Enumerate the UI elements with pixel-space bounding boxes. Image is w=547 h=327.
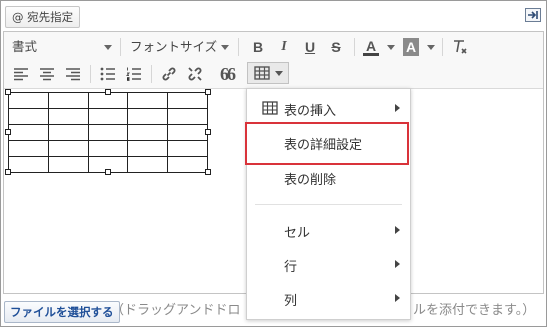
- menu-item-row[interactable]: 行: [247, 249, 410, 279]
- table-cell[interactable]: [8, 140, 49, 157]
- table-cell[interactable]: [127, 140, 169, 157]
- align-left-button[interactable]: [12, 66, 30, 82]
- highlight-box: [245, 122, 409, 165]
- table-cell[interactable]: [8, 124, 49, 141]
- resize-handle[interactable]: [5, 89, 11, 95]
- table-row: [8, 124, 208, 141]
- submenu-arrow-icon: [395, 104, 400, 112]
- bold-button[interactable]: B: [250, 38, 266, 56]
- text-color-dropdown-icon[interactable]: [387, 45, 395, 50]
- table-cell[interactable]: [8, 108, 49, 125]
- background-color-dropdown-icon[interactable]: [427, 45, 435, 50]
- underline-button[interactable]: U: [302, 38, 318, 56]
- remove-link-button[interactable]: [186, 66, 204, 82]
- insert-link-button[interactable]: [160, 66, 178, 82]
- separator: [238, 38, 239, 56]
- resize-handle[interactable]: [205, 169, 211, 175]
- numbered-list-button[interactable]: [125, 66, 143, 82]
- font-size-combo-label[interactable]: フォントサイズ: [130, 38, 217, 56]
- table-row: [8, 108, 208, 125]
- table-cell[interactable]: [167, 140, 208, 157]
- address-button[interactable]: @ 宛先指定: [5, 6, 81, 28]
- editor-toolbar: 書式 フォントサイズ B I U S A A 66: [4, 32, 543, 89]
- menu-item-label: 表の挿入: [284, 104, 337, 119]
- clear-format-button[interactable]: [451, 38, 469, 56]
- menu-item-cell[interactable]: セル: [247, 215, 410, 245]
- table-cell[interactable]: [127, 92, 169, 109]
- italic-button[interactable]: I: [276, 38, 292, 56]
- align-center-button[interactable]: [38, 66, 56, 82]
- table-cell[interactable]: [127, 156, 169, 173]
- menu-item-insert-table[interactable]: 表の挿入: [247, 93, 410, 123]
- table-icon: [253, 66, 270, 80]
- menu-item-label: 表の削除: [284, 173, 337, 188]
- resize-handle[interactable]: [105, 89, 111, 95]
- resize-handle[interactable]: [5, 169, 11, 175]
- drop-hint-left: （ドラッグアンドドロ: [111, 303, 241, 318]
- resize-handle[interactable]: [205, 89, 211, 95]
- table-cell[interactable]: [8, 156, 49, 173]
- bulleted-list-icon: [100, 67, 115, 81]
- arrow-right-icon: [528, 11, 538, 19]
- table-dropdown-icon: [274, 70, 283, 76]
- align-right-icon: [66, 68, 80, 81]
- separator: [442, 38, 443, 56]
- separator: [120, 38, 121, 56]
- clear-format-icon: [454, 40, 467, 54]
- table-button[interactable]: [247, 62, 289, 84]
- separator: [90, 65, 91, 83]
- table-cell[interactable]: [87, 124, 129, 141]
- table-row: [8, 140, 208, 157]
- table-icon: [262, 101, 278, 115]
- table-cell[interactable]: [47, 92, 89, 109]
- separator: [151, 65, 152, 83]
- resize-handle[interactable]: [5, 129, 11, 135]
- drop-hint-right: ルを添付できます。）: [413, 303, 536, 318]
- table-cell[interactable]: [167, 92, 208, 109]
- choose-file-button[interactable]: ファイルを選択する: [4, 301, 120, 323]
- blockquote-button[interactable]: 66: [217, 64, 237, 84]
- table-cell[interactable]: [47, 140, 89, 157]
- menu-item-column[interactable]: 列: [247, 283, 410, 313]
- align-center-icon: [40, 68, 54, 81]
- table-cell[interactable]: [47, 156, 89, 173]
- submenu-arrow-icon: [395, 260, 400, 268]
- separator: [354, 38, 355, 56]
- bulleted-list-button[interactable]: [99, 66, 117, 82]
- table-cell[interactable]: [47, 108, 89, 125]
- menu-item-label: 行: [284, 260, 298, 275]
- menu-separator: [255, 204, 402, 205]
- link-icon: [162, 67, 176, 81]
- table-cell[interactable]: [127, 108, 169, 125]
- numbered-list-icon: [126, 67, 141, 81]
- unlink-icon: [188, 67, 202, 81]
- menu-item-delete-table[interactable]: 表の削除: [247, 162, 410, 192]
- align-left-icon: [14, 68, 28, 81]
- table-cell[interactable]: [127, 124, 169, 141]
- background-color-button[interactable]: A: [403, 38, 419, 56]
- table-cell[interactable]: [87, 108, 129, 125]
- submenu-arrow-icon: [395, 226, 400, 234]
- table-cell[interactable]: [8, 92, 49, 109]
- table-cell[interactable]: [167, 124, 208, 141]
- table-cell[interactable]: [167, 108, 208, 125]
- strikethrough-button[interactable]: S: [328, 38, 344, 56]
- inserted-table[interactable]: [8, 92, 208, 173]
- collapse-icon[interactable]: [525, 8, 541, 22]
- submenu-arrow-icon: [395, 294, 400, 302]
- table-context-menu: 表の挿入 表の詳細設定 表の削除 セル 行 列: [245, 88, 411, 320]
- resize-handle[interactable]: [105, 169, 111, 175]
- align-right-button[interactable]: [64, 66, 82, 82]
- menu-item-label: 列: [284, 294, 298, 309]
- format-dropdown-icon[interactable]: [104, 45, 112, 50]
- resize-handle[interactable]: [205, 129, 211, 135]
- table-cell[interactable]: [47, 124, 89, 141]
- table-cell[interactable]: [87, 140, 129, 157]
- text-color-button[interactable]: A: [363, 38, 379, 56]
- font-size-dropdown-icon[interactable]: [221, 45, 229, 50]
- table-cell[interactable]: [167, 156, 208, 173]
- format-combo-label[interactable]: 書式: [12, 38, 37, 56]
- menu-item-label: セル: [284, 226, 311, 241]
